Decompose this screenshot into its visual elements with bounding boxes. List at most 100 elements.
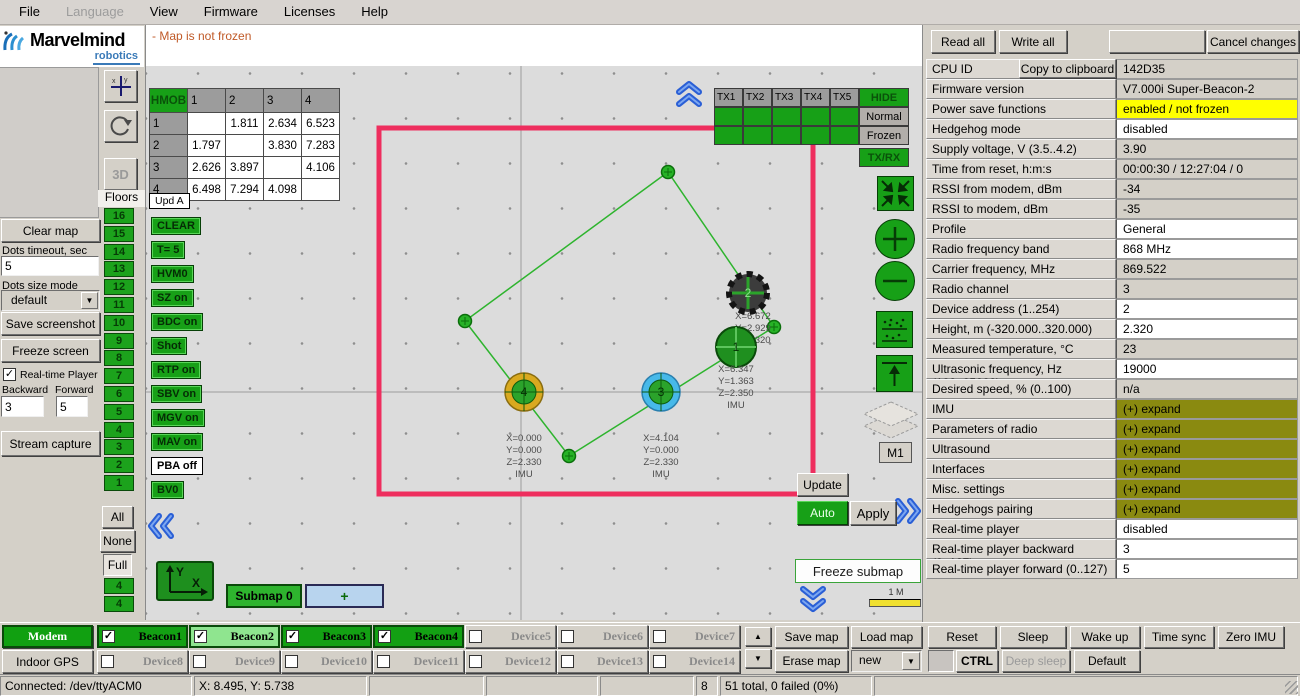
map-beacon-3[interactable]: 3 (642, 373, 680, 411)
device-tab-device8[interactable]: Device8 (97, 650, 188, 673)
device-tab-device13[interactable]: Device13 (557, 650, 648, 673)
distance-cell[interactable]: 4.098 (264, 179, 302, 201)
tx-cell[interactable] (801, 107, 830, 126)
param-value[interactable]: (+) expand (1116, 479, 1298, 499)
tx-cell[interactable] (830, 107, 859, 126)
device-tab-device10[interactable]: Device10 (281, 650, 372, 673)
load-map-button[interactable]: Load map (851, 626, 922, 648)
zoom-in-button[interactable] (875, 219, 915, 259)
map-beacon-4[interactable]: 4 (505, 373, 543, 411)
param-value[interactable]: 868 MHz (1116, 239, 1298, 259)
map-vertex-dot[interactable] (662, 166, 675, 179)
floor-10[interactable]: 10 (104, 315, 134, 331)
distance-cell[interactable]: 1.797 (188, 135, 226, 157)
param-value[interactable]: disabled (1116, 119, 1298, 139)
distance-cell[interactable]: 2.626 (188, 157, 226, 179)
selected-floor-1[interactable]: 4 (104, 596, 134, 612)
t-5-button[interactable]: T= 5 (151, 241, 185, 259)
device-checkbox[interactable] (653, 630, 666, 643)
chevron-double-up-icon[interactable] (674, 80, 704, 108)
freeze-submap-button[interactable]: Freeze submap (795, 559, 921, 583)
param-value[interactable]: (+) expand (1116, 399, 1298, 419)
distance-cell[interactable]: 6.498 (188, 179, 226, 201)
reset-button[interactable]: Reset (928, 626, 996, 648)
submap-0-tab[interactable]: Submap 0 (226, 584, 302, 608)
floor-6[interactable]: 6 (104, 386, 134, 402)
indoor-gps-tab[interactable]: Indoor GPS (2, 650, 93, 673)
device-tab-device7[interactable]: Device7 (649, 625, 740, 648)
distance-cell[interactable]: 3.830 (264, 135, 302, 157)
m1-button[interactable]: M1 (879, 442, 912, 463)
tx-cell[interactable] (743, 107, 772, 126)
floor-12[interactable]: 12 (104, 279, 134, 295)
floor-1[interactable]: 1 (104, 475, 134, 491)
tx-rx-button[interactable]: TX/RX (859, 148, 909, 167)
tx-hide-button[interactable]: HIDE (859, 88, 909, 107)
menu-item-help[interactable]: Help (348, 0, 401, 24)
move-up-button[interactable] (876, 355, 913, 392)
hvm0-button[interactable]: HVM0 (151, 265, 194, 283)
device-tab-beacon1[interactable]: ✓Beacon1 (97, 625, 188, 648)
copy-to-clipboard-button[interactable]: Copy to clipboard (1019, 59, 1116, 78)
map-vertex-dot[interactable] (459, 315, 472, 328)
sz-on-button[interactable]: SZ on (151, 289, 194, 307)
floor-3[interactable]: 3 (104, 439, 134, 455)
axis-view-button[interactable]: x y (104, 70, 137, 102)
device-checkbox[interactable]: ✓ (102, 630, 115, 643)
save-map-button[interactable]: Save map (775, 626, 848, 648)
clear-map-button[interactable]: Clear map (1, 219, 100, 242)
distance-cell[interactable]: 3.897 (226, 157, 264, 179)
floor-9[interactable]: 9 (104, 333, 134, 349)
realtime-player-checkbox[interactable]: ✓ (3, 368, 16, 381)
modem-tab[interactable]: Modem (2, 625, 93, 648)
pba-off-button[interactable]: PBA off (151, 457, 203, 475)
floor-7[interactable]: 7 (104, 368, 134, 384)
param-value[interactable]: (+) expand (1116, 459, 1298, 479)
rtp-on-button[interactable]: RTP on (151, 361, 201, 379)
floor-5[interactable]: 5 (104, 404, 134, 420)
param-value[interactable]: (+) expand (1116, 419, 1298, 439)
device-tab-device12[interactable]: Device12 (465, 650, 556, 673)
wake-up-button[interactable]: Wake up (1070, 626, 1140, 648)
distance-cell[interactable] (264, 157, 302, 179)
sleep-button[interactable]: Sleep (1000, 626, 1066, 648)
device-checkbox[interactable]: ✓ (194, 630, 207, 643)
floor-13[interactable]: 13 (104, 261, 134, 277)
device-checkbox[interactable] (561, 655, 574, 668)
menu-item-firmware[interactable]: Firmware (191, 0, 271, 24)
distance-cell[interactable]: 7.294 (226, 179, 264, 201)
distance-cell[interactable]: 7.283 (302, 135, 340, 157)
floors-all-button[interactable]: All (102, 506, 133, 528)
scroll-down-button[interactable]: ▼ (745, 649, 771, 668)
backward-input[interactable] (1, 396, 44, 417)
add-submap-button[interactable]: + (305, 584, 384, 608)
blank-button[interactable] (1109, 30, 1205, 53)
map-beacon-2[interactable]: 2 (729, 274, 767, 312)
param-value[interactable]: disabled (1116, 519, 1298, 539)
read-all-button[interactable]: Read all (931, 30, 995, 53)
map-name-select[interactable]: new ▼ (851, 650, 922, 672)
menu-item-language[interactable]: Language (53, 0, 137, 24)
3d-view-button[interactable]: 3D (104, 158, 137, 190)
freeze-screen-button[interactable]: Freeze screen (1, 339, 100, 362)
chevron-down-icon[interactable]: ▼ (81, 292, 98, 309)
chevron-double-left-icon[interactable] (146, 512, 176, 540)
deep-sleep-button[interactable]: Deep sleep (1002, 650, 1070, 672)
map-vertex-dot[interactable] (563, 450, 576, 463)
tx-cell[interactable] (772, 126, 801, 145)
device-tab-device6[interactable]: Device6 (557, 625, 648, 648)
param-value[interactable]: (+) expand (1116, 439, 1298, 459)
dots-size-select[interactable]: default ▼ (1, 290, 100, 311)
menu-item-view[interactable]: View (137, 0, 191, 24)
rotate-view-button[interactable] (104, 110, 137, 142)
floors-full-button[interactable]: Full (103, 554, 132, 576)
sbv-on-button[interactable]: SBV on (151, 385, 202, 403)
ctrl-button[interactable]: CTRL (956, 650, 998, 672)
bv0-button[interactable]: BV0 (151, 481, 184, 499)
cancel-changes-button[interactable]: Cancel changes (1207, 30, 1299, 53)
distance-cell[interactable] (188, 113, 226, 135)
default-button[interactable]: Default (1074, 650, 1140, 672)
mgv-on-button[interactable]: MGV on (151, 409, 205, 427)
floor-15[interactable]: 15 (104, 226, 134, 242)
scroll-up-button[interactable]: ▲ (745, 627, 771, 646)
